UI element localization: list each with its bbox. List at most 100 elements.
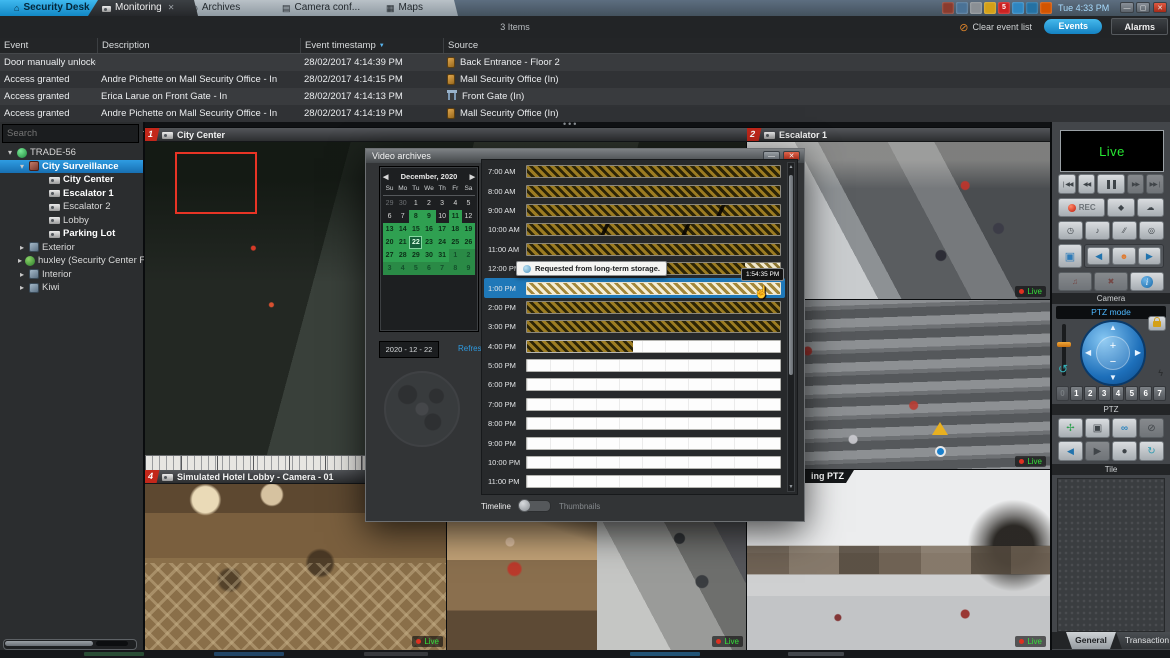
fast-forward-button[interactable]: ▶▶ bbox=[1127, 174, 1145, 194]
ptz-preset-4[interactable]: 4 bbox=[1112, 386, 1125, 401]
tree-item-escalator-2[interactable]: Escalator 2 bbox=[0, 200, 143, 214]
calendar-day[interactable]: 3 bbox=[436, 197, 449, 210]
calendar-day[interactable]: 27 bbox=[383, 249, 396, 262]
monitoring-search-button[interactable]: ∞ bbox=[1112, 418, 1137, 438]
ptz-preset-3[interactable]: 3 bbox=[1098, 386, 1111, 401]
pan-up-icon[interactable]: ▲ bbox=[1109, 324, 1117, 332]
minimize-button[interactable]: — bbox=[1120, 2, 1134, 13]
zoom-in-icon[interactable]: + bbox=[1110, 341, 1116, 351]
calendar-day[interactable]: 1 bbox=[409, 197, 422, 210]
event-row[interactable]: Access grantedAndre Pichette on Mall Sec… bbox=[0, 105, 1170, 122]
column-header-timestamp[interactable]: Event timestamp▼ bbox=[300, 38, 443, 53]
archive-bar[interactable] bbox=[526, 301, 781, 314]
calendar-day[interactable]: 5 bbox=[462, 197, 475, 210]
tree-item-interior[interactable]: ▸Interior bbox=[0, 268, 143, 282]
info-button[interactable]: i bbox=[1130, 272, 1164, 291]
talk-button[interactable]: ♫ bbox=[1058, 272, 1092, 291]
calendar-day[interactable]: 28 bbox=[396, 249, 409, 262]
calendar-day[interactable]: 26 bbox=[462, 236, 475, 249]
archive-bar[interactable] bbox=[526, 204, 781, 217]
archive-bar[interactable] bbox=[526, 437, 781, 450]
chart-icon[interactable] bbox=[1040, 2, 1052, 14]
slow-motion-button[interactable]: ∕∕ bbox=[1112, 221, 1137, 240]
taskbar-item[interactable] bbox=[364, 652, 428, 656]
cycle-tiles-button[interactable]: ↻ bbox=[1139, 441, 1164, 461]
calendar-day[interactable]: 6 bbox=[383, 210, 396, 223]
calendar-day[interactable]: 20 bbox=[383, 236, 396, 249]
search-input[interactable] bbox=[3, 128, 143, 139]
tree-item-exterior[interactable]: ▸Exterior bbox=[0, 241, 143, 255]
calendar-day[interactable]: 8 bbox=[449, 262, 462, 275]
pan-right-icon[interactable]: ▶ bbox=[1135, 349, 1141, 357]
calendar-day[interactable]: 10 bbox=[436, 210, 449, 223]
view-mode-toggle[interactable] bbox=[519, 500, 551, 512]
tree-item-lobby[interactable]: Lobby bbox=[0, 214, 143, 228]
archive-bar[interactable] bbox=[526, 359, 781, 372]
event-row[interactable]: Door manually unlocked28/02/2017 4:14:39… bbox=[0, 54, 1170, 71]
audio-button[interactable]: ♪ bbox=[1085, 221, 1110, 240]
maximize-button[interactable]: ▢ bbox=[1136, 2, 1150, 13]
calendar-day[interactable]: 8 bbox=[409, 210, 422, 223]
next-month-icon[interactable]: ▶ bbox=[470, 173, 475, 181]
calendar-day[interactable]: 30 bbox=[422, 249, 435, 262]
toggle-knob[interactable] bbox=[518, 499, 531, 512]
timeline-scrollbar[interactable]: ▲ ▼ bbox=[787, 162, 795, 492]
calendar-day[interactable]: 30 bbox=[396, 197, 409, 210]
calendar-day[interactable]: 16 bbox=[422, 223, 435, 236]
refresh-ptz-icon[interactable]: ↺ bbox=[1058, 362, 1068, 376]
calendar-day[interactable]: 9 bbox=[462, 262, 475, 275]
archive-bar[interactable] bbox=[526, 475, 781, 488]
calendar-day[interactable]: 17 bbox=[436, 223, 449, 236]
calendar-day[interactable]: 4 bbox=[449, 197, 462, 210]
ptz-preset-6[interactable]: 6 bbox=[1139, 386, 1152, 401]
flash-icon[interactable]: ϟ bbox=[1158, 368, 1163, 378]
go-to-time-button[interactable]: ◷ bbox=[1058, 221, 1083, 240]
tab-transaction[interactable]: Transaction bbox=[1116, 632, 1170, 649]
calendar-day[interactable]: 7 bbox=[396, 210, 409, 223]
visitor-button[interactable]: ☻ bbox=[1112, 247, 1135, 265]
archive-bar[interactable] bbox=[526, 185, 781, 198]
archive-bar[interactable] bbox=[526, 223, 781, 236]
close-tab-icon[interactable]: ✕ bbox=[168, 0, 175, 16]
clear-event-list-button[interactable]: ⊘ Clear event list bbox=[959, 16, 1032, 38]
monitor-button[interactable]: ▣ bbox=[1058, 244, 1082, 268]
expander-icon[interactable]: ▸ bbox=[18, 283, 26, 292]
calendar-day[interactable]: 6 bbox=[422, 262, 435, 275]
rewind-button[interactable]: ◀◀ bbox=[1078, 174, 1096, 194]
calendar-day[interactable]: 29 bbox=[383, 197, 396, 210]
scrollbar-thumb[interactable] bbox=[789, 175, 793, 375]
calendar-day[interactable]: 3 bbox=[383, 262, 396, 275]
scroll-up-icon[interactable]: ▲ bbox=[788, 164, 794, 170]
record-button[interactable]: REC bbox=[1058, 198, 1105, 217]
tree-item-city-center[interactable]: City Center bbox=[0, 173, 143, 187]
calendar-day[interactable]: 29 bbox=[409, 249, 422, 262]
column-header-event[interactable]: Event bbox=[0, 38, 97, 53]
alarms-button[interactable]: Alarms bbox=[1111, 18, 1168, 35]
calendar-day[interactable]: 1 bbox=[449, 249, 462, 262]
tree-item-kiwi[interactable]: ▸Kiwi bbox=[0, 281, 143, 295]
calendar-day[interactable]: 9 bbox=[422, 210, 435, 223]
pause-button[interactable] bbox=[1097, 174, 1124, 194]
event-row[interactable]: Access grantedAndre Pichette on Mall Sec… bbox=[0, 71, 1170, 88]
calendar-day[interactable]: 7 bbox=[436, 262, 449, 275]
expander-icon[interactable]: ▸ bbox=[18, 256, 22, 265]
zoom-out-icon[interactable]: − bbox=[1110, 357, 1116, 367]
tab-maps[interactable]: ▦ Maps bbox=[372, 0, 458, 16]
expand-tile-button[interactable]: ✢ bbox=[1058, 418, 1083, 438]
skip-backward-button[interactable]: ❘◀◀ bbox=[1058, 174, 1076, 194]
previous-camera-button[interactable]: ◀ bbox=[1087, 247, 1110, 265]
archive-bar[interactable] bbox=[526, 378, 781, 391]
scroll-down-icon[interactable]: ▼ bbox=[788, 484, 794, 490]
tab-monitoring[interactable]: Monitoring ✕ bbox=[88, 0, 198, 16]
event-row[interactable]: Access grantedErica Larue on Front Gate … bbox=[0, 88, 1170, 105]
calendar-day[interactable]: 12 bbox=[462, 210, 475, 223]
ptz-preset-5[interactable]: 5 bbox=[1125, 386, 1138, 401]
calendar-day[interactable]: 22 bbox=[409, 236, 422, 249]
calendar-day[interactable]: 31 bbox=[436, 249, 449, 262]
mic-icon[interactable] bbox=[970, 2, 982, 14]
calendar-day[interactable]: 19 bbox=[462, 223, 475, 236]
pan-down-icon[interactable]: ▼ bbox=[1109, 374, 1117, 382]
calendar-day[interactable]: 18 bbox=[449, 223, 462, 236]
expander-icon[interactable]: ▸ bbox=[18, 243, 26, 252]
network-globe-icon[interactable] bbox=[1026, 2, 1038, 14]
